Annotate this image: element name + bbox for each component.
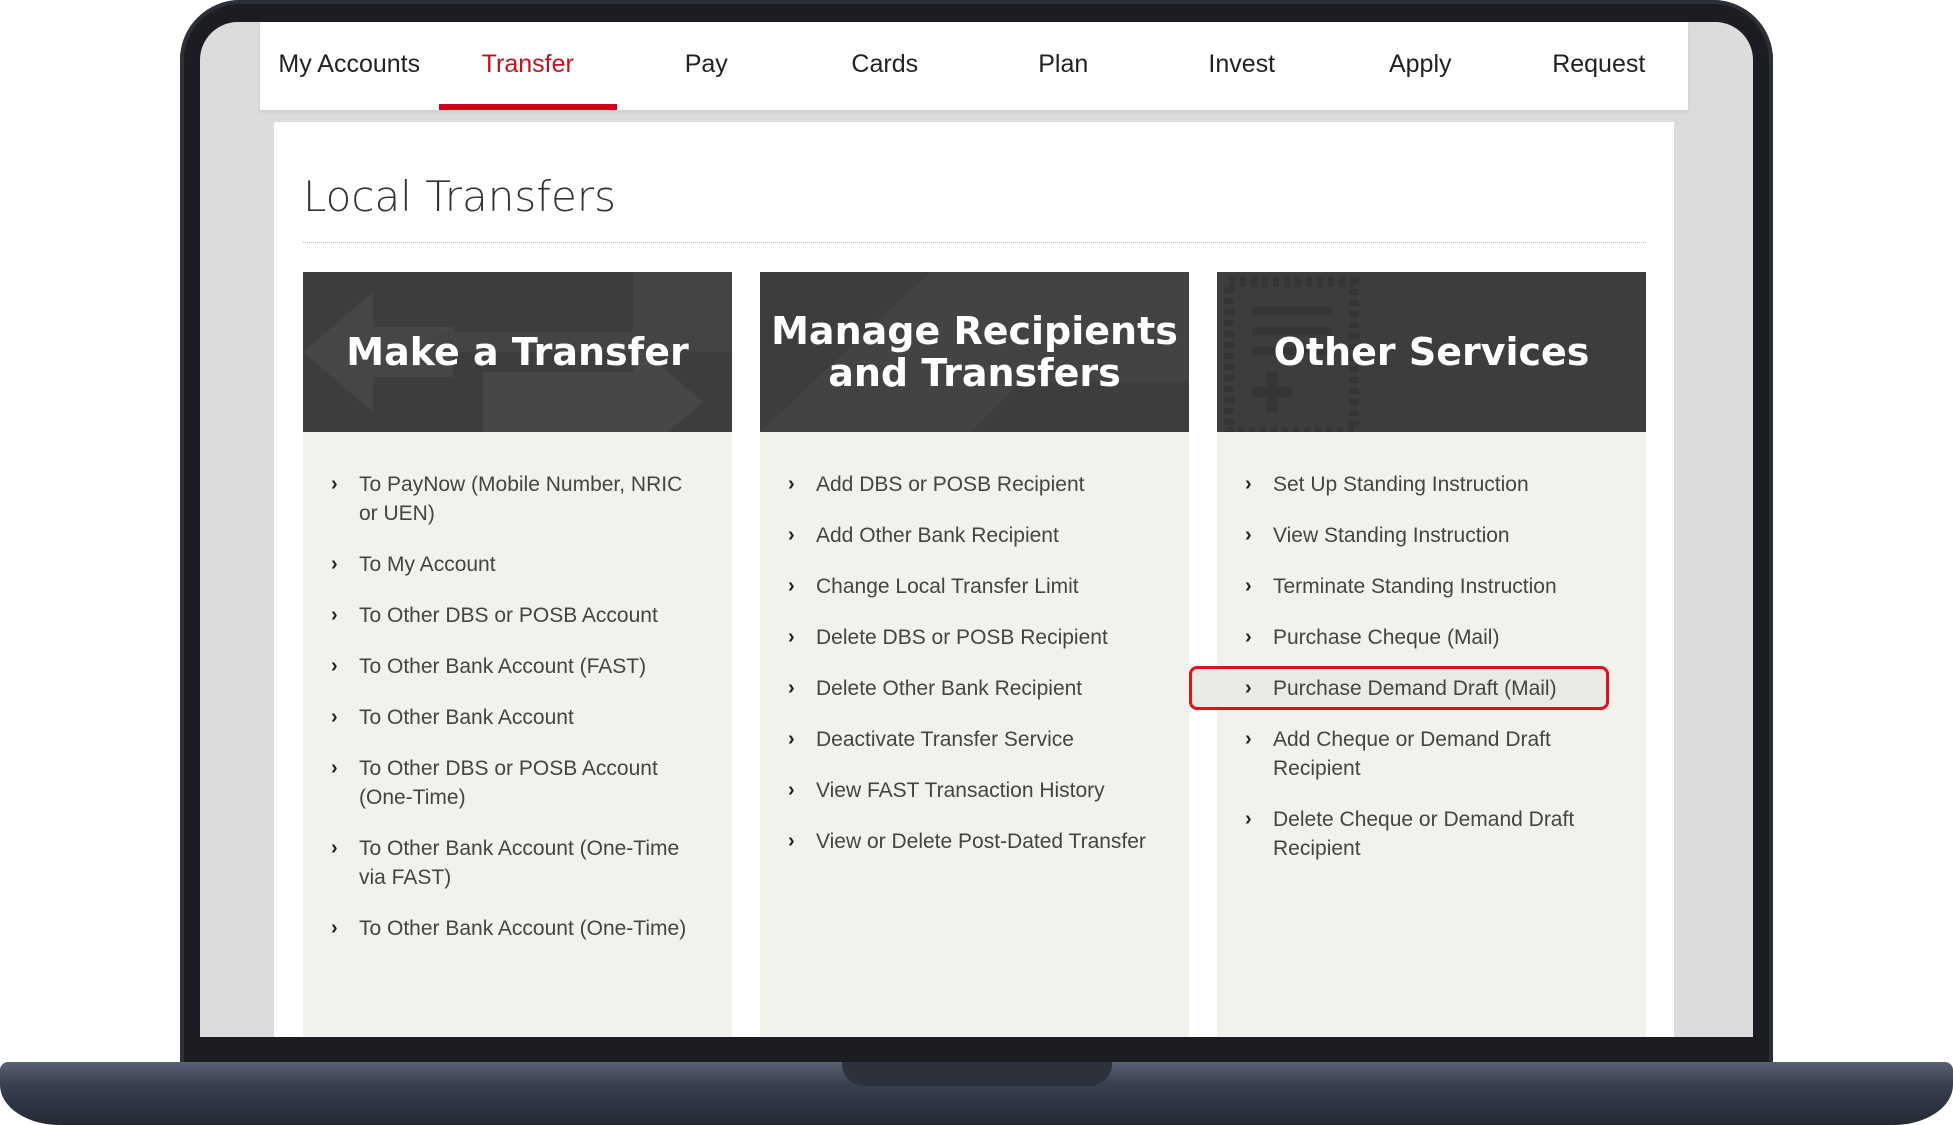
link-label: To My Account — [359, 553, 496, 576]
chevron-right-icon: › — [331, 757, 338, 779]
link-label: To Other DBS or POSB Account (One-Time) — [359, 757, 658, 809]
other-services-panel: Other Services › Set Up Standing Instruct… — [1189, 272, 1646, 1037]
link-label: To Other Bank Account (One-Time) — [359, 917, 687, 940]
nav-invest[interactable]: Invest — [1153, 22, 1332, 110]
link-label: View FAST Transaction History — [816, 779, 1105, 802]
manage-recipients-links: › Add DBS or POSB Recipient › Add Other Ban… — [760, 432, 1189, 856]
chevron-right-icon: › — [1245, 677, 1252, 699]
link-label: Add Cheque or Demand Draft Recipient — [1273, 728, 1551, 780]
manage-recipients-title: Manage Recipients and Transfers — [771, 309, 1178, 395]
title-divider — [303, 242, 1646, 243]
link-item[interactable]: › Terminate Standing Instruction — [1245, 572, 1616, 601]
link-label: Delete Other Bank Recipient — [816, 677, 1083, 700]
link-label: To PayNow (Mobile Number, NRIC or UEN) — [359, 473, 683, 525]
link-label: Purchase Demand Draft (Mail) — [1273, 677, 1557, 700]
chevron-right-icon: › — [331, 655, 338, 677]
chevron-right-icon: › — [331, 706, 338, 728]
other-services-header: Other Services — [1217, 272, 1646, 432]
chevron-right-icon: › — [1245, 524, 1252, 546]
nav-request[interactable]: Request — [1510, 22, 1689, 110]
page-title: Local Transfers — [303, 172, 616, 221]
link-label: Purchase Cheque (Mail) — [1273, 626, 1500, 649]
chevron-right-icon: › — [331, 837, 338, 859]
nav-plan[interactable]: Plan — [974, 22, 1153, 110]
chevron-right-icon: › — [788, 524, 795, 546]
link-label: Add DBS or POSB Recipient — [816, 473, 1085, 496]
link-label: Deactivate Transfer Service — [816, 728, 1074, 751]
link-label: To Other DBS or POSB Account — [359, 604, 658, 627]
link-label: View Standing Instruction — [1273, 524, 1510, 547]
main-nav: My Accounts Transfer Pay Cards Plan Inve… — [260, 22, 1688, 110]
link-label: Delete DBS or POSB Recipient — [816, 626, 1108, 649]
other-services-title: Other Services — [1273, 330, 1590, 374]
link-item[interactable]: › To Other Bank Account (One-Time) — [331, 914, 702, 943]
chevron-right-icon: › — [1245, 575, 1252, 597]
chevron-right-icon: › — [1245, 473, 1252, 495]
laptop-notch — [842, 1062, 1112, 1086]
link-item[interactable]: › View FAST Transaction History — [788, 776, 1159, 805]
chevron-right-icon: › — [331, 553, 338, 575]
chevron-right-icon: › — [331, 917, 338, 939]
chevron-right-icon: › — [331, 473, 338, 495]
link-item[interactable]: › To Other Bank Account — [331, 703, 702, 732]
link-item[interactable]: › Purchase Cheque (Mail) — [1245, 623, 1616, 652]
link-label: Delete Cheque or Demand Draft Recipient — [1273, 808, 1575, 860]
chevron-right-icon: › — [788, 473, 795, 495]
link-label: Add Other Bank Recipient — [816, 524, 1059, 547]
link-item[interactable]: › Change Local Transfer Limit — [788, 572, 1159, 601]
main-content: Local Transfers Make a Transfer › To PayN… — [274, 122, 1674, 1037]
chevron-right-icon: › — [1245, 728, 1252, 750]
chevron-right-icon: › — [788, 626, 795, 648]
link-item[interactable]: › To My Account — [331, 550, 702, 579]
link-item[interactable]: › To Other DBS or POSB Account — [331, 601, 702, 630]
link-item[interactable]: › To Other DBS or POSB Account (One-Time) — [331, 754, 702, 812]
link-label: Terminate Standing Instruction — [1273, 575, 1557, 598]
chevron-right-icon: › — [788, 575, 795, 597]
link-item[interactable]: › Set Up Standing Instruction — [1245, 470, 1616, 499]
nav-apply[interactable]: Apply — [1331, 22, 1510, 110]
nav-transfer[interactable]: Transfer — [438, 22, 618, 110]
link-item[interactable]: › To Other Bank Account (FAST) — [331, 652, 702, 681]
link-item[interactable]: › View Standing Instruction — [1245, 521, 1616, 550]
chevron-right-icon: › — [1245, 626, 1252, 648]
other-services-links: › Set Up Standing Instruction › View Standi… — [1189, 432, 1646, 863]
link-item-highlighted[interactable]: › Purchase Demand Draft (Mail) — [1189, 666, 1616, 710]
link-item[interactable]: › Add DBS or POSB Recipient — [788, 470, 1159, 499]
nav-cards[interactable]: Cards — [796, 22, 975, 110]
chevron-right-icon: › — [331, 604, 338, 626]
chevron-right-icon: › — [788, 779, 795, 801]
nav-pay[interactable]: Pay — [617, 22, 796, 110]
make-transfer-title: Make a Transfer — [346, 330, 689, 374]
link-item[interactable]: › Delete Cheque or Demand Draft Recipient — [1245, 805, 1616, 863]
link-label: View or Delete Post-Dated Transfer — [816, 830, 1146, 853]
manage-recipients-header: Manage Recipients and Transfers — [760, 272, 1189, 432]
make-transfer-header: Make a Transfer — [303, 272, 732, 432]
link-label: To Other Bank Account (One-Time via FAST… — [359, 837, 680, 889]
link-label: Change Local Transfer Limit — [816, 575, 1079, 598]
chevron-right-icon: › — [788, 677, 795, 699]
link-item[interactable]: › Add Cheque or Demand Draft Recipient — [1245, 725, 1616, 783]
link-label: Set Up Standing Instruction — [1273, 473, 1529, 496]
link-item[interactable]: › To Other Bank Account (One-Time via FAS… — [331, 834, 702, 892]
nav-my-accounts[interactable]: My Accounts — [260, 22, 439, 110]
screen: My Accounts Transfer Pay Cards Plan Inve… — [200, 22, 1753, 1037]
link-item[interactable]: › Add Other Bank Recipient — [788, 521, 1159, 550]
link-label: To Other Bank Account (FAST) — [359, 655, 647, 678]
chevron-right-icon: › — [1245, 808, 1252, 830]
link-item[interactable]: › Deactivate Transfer Service — [788, 725, 1159, 754]
make-transfer-links: › To PayNow (Mobile Number, NRIC or UEN) ›… — [303, 432, 732, 943]
link-item[interactable]: › Delete DBS or POSB Recipient — [788, 623, 1159, 652]
link-item[interactable]: › To PayNow (Mobile Number, NRIC or UEN) — [331, 470, 702, 528]
link-label: To Other Bank Account — [359, 706, 574, 729]
link-item[interactable]: › Delete Other Bank Recipient — [788, 674, 1159, 703]
make-transfer-panel: Make a Transfer › To PayNow (Mobile Numbe… — [303, 272, 732, 1037]
chevron-right-icon: › — [788, 728, 795, 750]
link-item[interactable]: › View or Delete Post-Dated Transfer — [788, 827, 1159, 856]
chevron-right-icon: › — [788, 830, 795, 852]
manage-recipients-panel: Manage Recipients and Transfers › Add DBS… — [760, 272, 1189, 1037]
